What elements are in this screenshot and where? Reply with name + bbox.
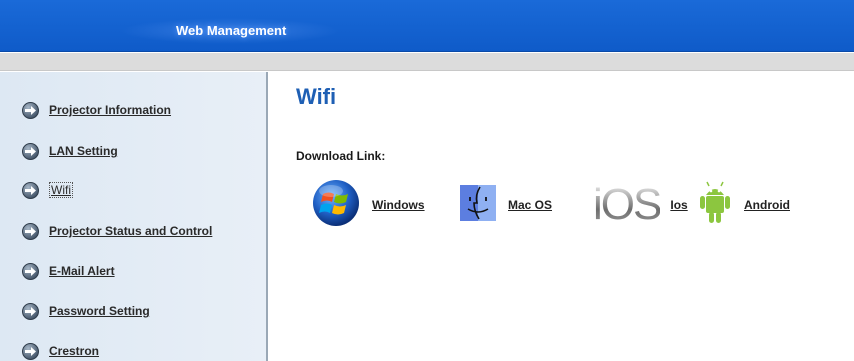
arrow-right-icon bbox=[22, 302, 39, 320]
download-windows-link[interactable]: Windows bbox=[312, 179, 425, 232]
arrow-right-icon bbox=[22, 262, 39, 280]
header-subbar bbox=[0, 53, 854, 71]
arrow-right-icon bbox=[22, 101, 39, 119]
sidebar-item-label[interactable]: Projector Status and Control bbox=[49, 224, 212, 238]
header-bar: Web Management bbox=[0, 0, 854, 52]
arrow-right-icon bbox=[22, 342, 39, 360]
download-windows-label[interactable]: Windows bbox=[372, 198, 425, 212]
sidebar: Projector Information LAN Setting Wifi P… bbox=[0, 72, 268, 361]
sidebar-item-label[interactable]: Projector Information bbox=[49, 103, 171, 117]
arrow-right-icon bbox=[22, 222, 39, 240]
download-ios-label[interactable]: Ios bbox=[670, 198, 687, 212]
page-title: Wifi bbox=[296, 84, 337, 109]
sidebar-item-label[interactable]: Crestron bbox=[49, 344, 99, 358]
download-android-link[interactable]: Android bbox=[698, 180, 790, 230]
sidebar-item-email-alert[interactable]: E-Mail Alert bbox=[22, 259, 115, 283]
download-android-label[interactable]: Android bbox=[744, 198, 790, 212]
main-content: Wifi Download Link: Windows Mac OS iOS I… bbox=[270, 72, 854, 361]
download-mac-os-link[interactable]: Mac OS bbox=[460, 180, 552, 230]
sidebar-item-projector-information[interactable]: Projector Information bbox=[22, 98, 171, 122]
download-mac-os-label[interactable]: Mac OS bbox=[508, 198, 552, 212]
app-title: Web Management bbox=[176, 23, 287, 38]
android-robot-icon[interactable] bbox=[698, 180, 732, 231]
sidebar-item-projector-status-and-control[interactable]: Projector Status and Control bbox=[22, 219, 212, 243]
download-ios-link[interactable]: iOS Ios bbox=[593, 180, 688, 230]
mac-finder-icon[interactable] bbox=[460, 184, 496, 226]
sidebar-item-label[interactable]: LAN Setting bbox=[49, 144, 118, 158]
arrow-right-icon bbox=[22, 142, 39, 160]
ios-logo-icon[interactable]: iOS bbox=[593, 183, 662, 227]
sidebar-item-label[interactable]: Password Setting bbox=[49, 304, 150, 318]
sidebar-item-crestron[interactable]: Crestron bbox=[22, 339, 99, 361]
sidebar-item-label[interactable]: Wifi bbox=[49, 182, 73, 198]
sidebar-item-password-setting[interactable]: Password Setting bbox=[22, 299, 150, 323]
sidebar-item-lan-setting[interactable]: LAN Setting bbox=[22, 139, 118, 163]
download-link-label: Download Link: bbox=[296, 149, 386, 163]
sidebar-item-label[interactable]: E-Mail Alert bbox=[49, 264, 115, 278]
arrow-right-icon bbox=[22, 181, 39, 199]
sidebar-item-wifi[interactable]: Wifi bbox=[22, 178, 73, 202]
windows-logo-icon[interactable] bbox=[312, 179, 360, 232]
